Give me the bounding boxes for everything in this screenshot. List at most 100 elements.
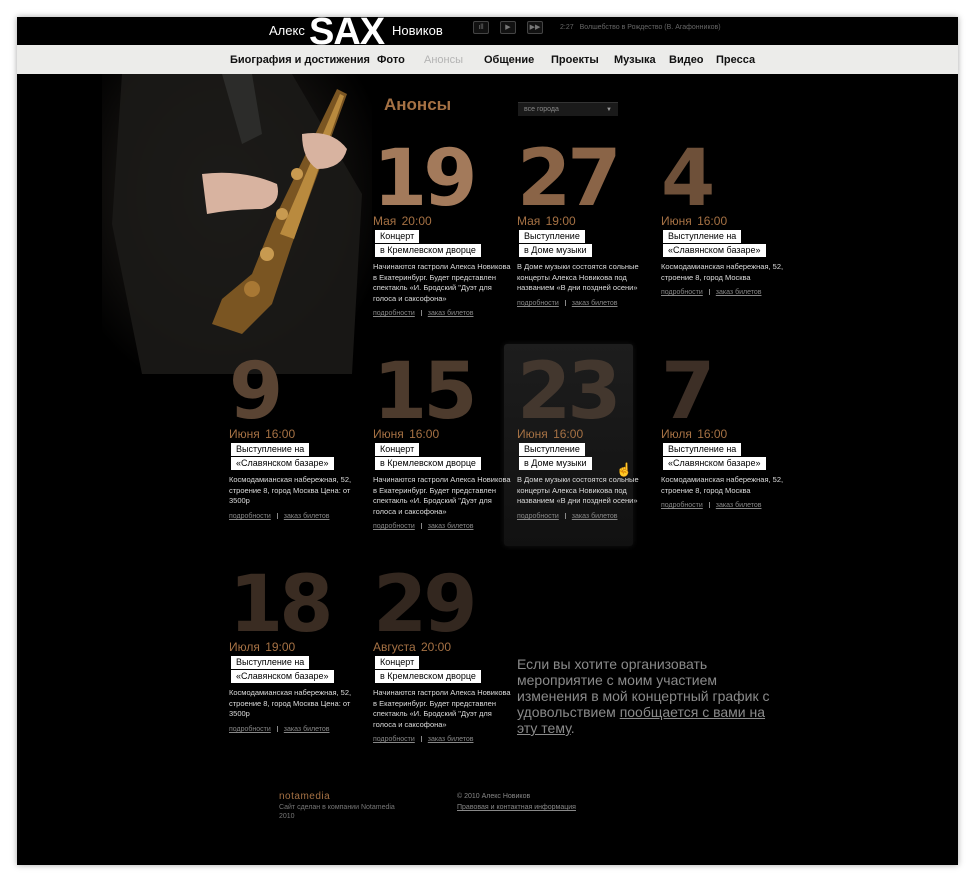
play-icon[interactable]: ▶ [500, 21, 516, 34]
footer-legal-link[interactable]: Правовая и контактная информация [457, 804, 576, 811]
event-links: подробности заказ билетов [661, 502, 762, 509]
contact-end: . [570, 720, 575, 736]
volume-icon[interactable]: ıll [473, 21, 489, 34]
event-description: Начинаются гастроли Алекса Новикова в Ек… [373, 475, 511, 516]
city-select[interactable]: все города ▼ [518, 102, 618, 116]
next-track-icon[interactable]: ▶▶ [527, 21, 543, 34]
hand-cursor-icon: ☝ [616, 462, 633, 477]
event-title[interactable]: Выступление в Доме музыки [519, 443, 654, 471]
event-links: подробности заказ билетов [373, 310, 474, 317]
event-title-line[interactable]: «Славянском базаре» [663, 457, 766, 470]
event-title-line[interactable]: Концерт [375, 230, 420, 243]
details-link[interactable]: подробности [661, 289, 703, 296]
link-separator [420, 523, 422, 530]
event-title[interactable]: Выступление на «Славянском базаре» [231, 656, 366, 684]
event-title[interactable]: Концерт в Кремлевском дворце [375, 230, 510, 258]
tickets-link[interactable]: заказ билетов [428, 310, 474, 317]
event-day: 9 [229, 347, 283, 437]
nav-video[interactable]: Видео [669, 54, 704, 66]
logo-last-name: Новиков [392, 23, 443, 38]
event-links: подробности заказ билетов [373, 736, 474, 743]
event-date: Августа 20:00 [373, 640, 452, 654]
event-title-line[interactable]: Выступление на [231, 656, 310, 669]
details-link[interactable]: подробности [661, 502, 703, 509]
details-link[interactable]: подробности [373, 736, 415, 743]
event-description: Космодамианская набережная, 52, строение… [229, 475, 352, 505]
tickets-link[interactable]: заказ билетов [284, 513, 330, 520]
event-title-line[interactable]: в Кремлевском дворце [375, 244, 481, 257]
track-title: Волшебство в Рождество (В. Агафонников) [579, 24, 721, 31]
event-day: 7 [661, 347, 715, 437]
event-title[interactable]: Концерт в Кремлевском дворце [375, 443, 510, 471]
event-day: 18 [229, 560, 334, 650]
event-title[interactable]: Выступление на «Славянском базаре» [663, 230, 798, 258]
event-description: Космодамианская набережная, 52, строение… [229, 688, 352, 718]
event-title-line[interactable]: Концерт [375, 443, 420, 456]
details-link[interactable]: подробности [373, 523, 415, 530]
event-title[interactable]: Выступление на «Славянском базаре» [663, 443, 798, 471]
event-title-line[interactable]: «Славянском базаре» [231, 457, 334, 470]
tickets-link[interactable]: заказ билетов [428, 523, 474, 530]
event-links: подробности заказ билетов [229, 513, 330, 520]
event-date: Мая 20:00 [373, 214, 432, 228]
event-description: Начинаются гастроли Алекса Новикова в Ек… [373, 688, 511, 729]
tickets-link[interactable]: заказ билетов [428, 736, 474, 743]
details-link[interactable]: подробности [517, 300, 559, 307]
event-title-line[interactable]: в Доме музыки [519, 457, 592, 470]
event-links: подробности заказ билетов [517, 300, 618, 307]
details-link[interactable]: подробности [373, 310, 415, 317]
tickets-link[interactable]: заказ билетов [572, 300, 618, 307]
nav-music[interactable]: Музыка [614, 54, 656, 66]
logo-first-name: Алекс [269, 23, 305, 38]
tickets-link[interactable]: заказ билетов [716, 289, 762, 296]
link-separator [564, 300, 566, 307]
details-link[interactable]: подробности [229, 513, 271, 520]
nav-photo[interactable]: Фото [377, 54, 405, 66]
link-separator [276, 513, 278, 520]
event-title-line[interactable]: Концерт [375, 656, 420, 669]
event-title-line[interactable]: Выступление [519, 443, 585, 456]
event-title[interactable]: Концерт в Кремлевском дворце [375, 656, 510, 684]
nav-communication[interactable]: Общение [484, 54, 534, 66]
event-title-line[interactable]: «Славянском базаре» [231, 670, 334, 683]
link-separator [708, 502, 710, 509]
saxophonist-photo [102, 74, 372, 374]
event-title[interactable]: Выступление в Доме музыки [519, 230, 654, 258]
event-links: подробности заказ билетов [517, 513, 618, 520]
event-links: подробности заказ билетов [229, 726, 330, 733]
event-date: Июня 16:00 [661, 214, 728, 228]
event-title-line[interactable]: Выступление [519, 230, 585, 243]
event-date: Июня 16:00 [229, 427, 296, 441]
link-separator [564, 513, 566, 520]
event-title[interactable]: Выступление на «Славянском базаре» [231, 443, 366, 471]
tickets-link[interactable]: заказ билетов [716, 502, 762, 509]
nav-biography[interactable]: Биография и достижения [230, 54, 370, 66]
track-time: 2:27 [560, 24, 574, 31]
event-title-line[interactable]: в Кремлевском дворце [375, 457, 481, 470]
tickets-link[interactable]: заказ билетов [284, 726, 330, 733]
details-link[interactable]: подробности [517, 513, 559, 520]
link-separator [420, 736, 422, 743]
event-description: Начинаются гастроли Алекса Новикова в Ек… [373, 262, 511, 303]
nav-projects[interactable]: Проекты [551, 54, 599, 66]
event-date: Июля 19:00 [229, 640, 296, 654]
event-day: 15 [373, 347, 478, 437]
nav-announcements[interactable]: Анонсы [424, 54, 463, 66]
contact-text: Если вы хотите организовать мероприятие … [517, 656, 782, 736]
event-date: Июля 16:00 [661, 427, 728, 441]
nav-press[interactable]: Пресса [716, 54, 755, 66]
event-title-line[interactable]: Выступление на [663, 230, 742, 243]
event-title-line[interactable]: «Славянском базаре» [663, 244, 766, 257]
footer-copyright: © 2010 Алекс Новиков [457, 793, 531, 800]
event-title-line[interactable]: Выступление на [231, 443, 310, 456]
event-title-line[interactable]: в Доме музыки [519, 244, 592, 257]
event-title-line[interactable]: Выступление на [663, 443, 742, 456]
event-date: Июня 16:00 [373, 427, 440, 441]
details-link[interactable]: подробности [229, 726, 271, 733]
event-day: 29 [373, 560, 478, 650]
notamedia-logo[interactable]: notamedia [279, 791, 330, 802]
tickets-link[interactable]: заказ билетов [572, 513, 618, 520]
event-title-line[interactable]: в Кремлевском дворце [375, 670, 481, 683]
link-separator [420, 310, 422, 317]
event-description: В Доме музыки состоятся сольные концерты… [517, 475, 639, 505]
